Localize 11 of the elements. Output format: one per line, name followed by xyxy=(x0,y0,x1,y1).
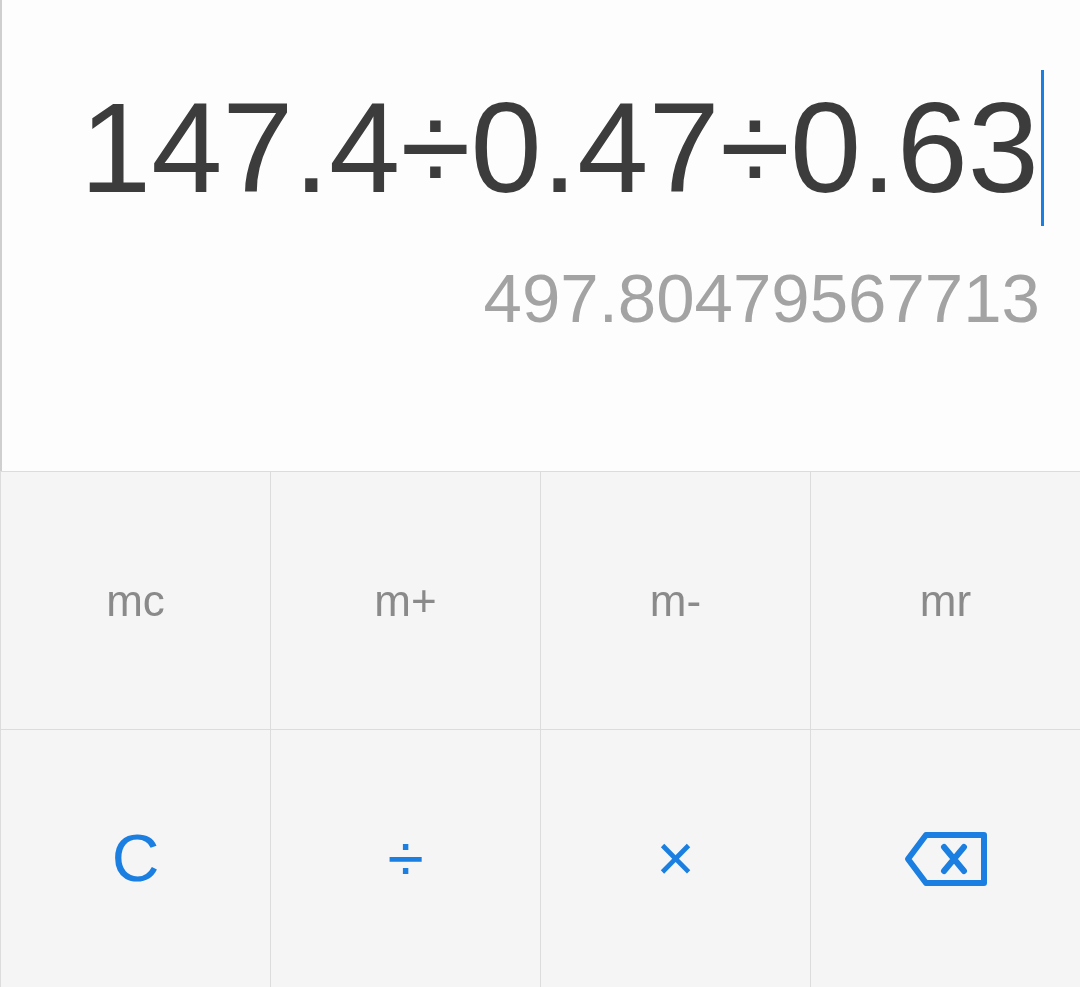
expression-text: 147.4÷0.47÷0.63 xyxy=(79,84,1039,212)
memory-key[interactable]: mr xyxy=(810,471,1080,729)
memory-key[interactable]: m- xyxy=(540,471,810,729)
operator-key[interactable]: C xyxy=(0,729,270,987)
backspace-icon xyxy=(903,830,988,887)
memory-key[interactable]: m+ xyxy=(270,471,540,729)
backspace-key[interactable] xyxy=(810,729,1080,987)
operator-key[interactable]: × xyxy=(540,729,810,987)
result-text: 497.80479567713 xyxy=(483,264,1040,333)
memory-key[interactable]: mc xyxy=(0,471,270,729)
operator-key[interactable]: ÷ xyxy=(270,729,540,987)
